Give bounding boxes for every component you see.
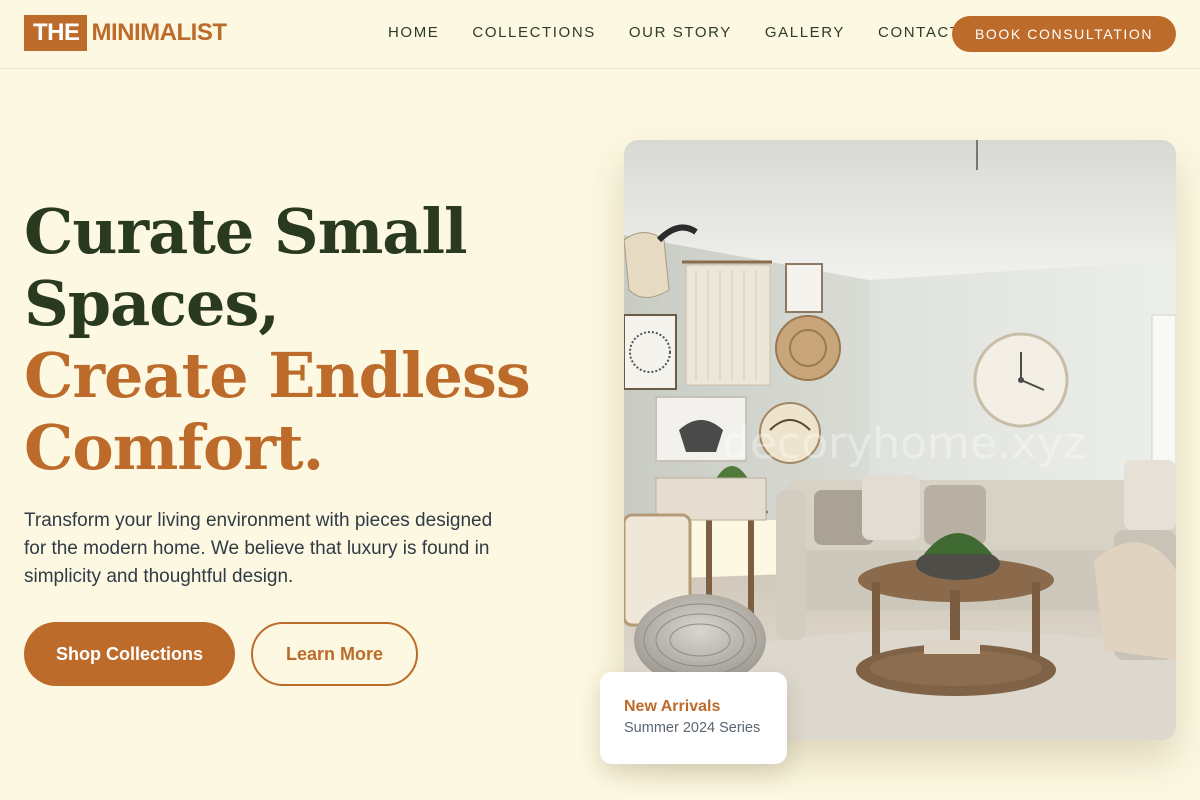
headline-line-2: Spaces, [24, 267, 280, 340]
book-consultation-button[interactable]: BOOK CONSULTATION [952, 16, 1176, 52]
hero-living-room-image: decoryhome.xyz [624, 140, 1176, 740]
badge-title: New Arrivals [624, 698, 721, 715]
shop-collections-button[interactable]: Shop Collections [24, 622, 235, 686]
nav-item-collections[interactable]: COLLECTIONS [472, 24, 595, 41]
nav-item-contact[interactable]: CONTACT [878, 24, 961, 41]
image-watermark: decoryhome.xyz [722, 418, 1086, 469]
nav-item-gallery[interactable]: GALLERY [765, 24, 845, 41]
nav-item-our-story[interactable]: OUR STORY [629, 24, 732, 41]
nav-item-home[interactable]: HOME [388, 24, 439, 41]
hero-headline: Curate Small Spaces, Create Endless Comf… [24, 196, 584, 484]
headline-line-4: Comfort. [24, 411, 324, 484]
hero-lead-text: Transform your living environment with p… [24, 510, 493, 587]
site-header: THE MINIMALIST HOME COLLECTIONS OUR STOR… [0, 0, 1200, 69]
main-nav: HOME COLLECTIONS OUR STORY GALLERY CONTA… [388, 24, 961, 41]
badge-subtitle: Summer 2024 Series [624, 720, 761, 736]
headline-line-1: Curate Small [24, 195, 468, 268]
brand-logo[interactable]: THE MINIMALIST [24, 15, 227, 51]
logo-box: THE [24, 15, 87, 51]
headline-line-3: Create Endless [24, 339, 531, 412]
new-arrivals-card[interactable]: New Arrivals Summer 2024 Series [600, 672, 787, 764]
learn-more-button[interactable]: Learn More [251, 622, 418, 686]
logo-text: MINIMALIST [91, 19, 227, 46]
